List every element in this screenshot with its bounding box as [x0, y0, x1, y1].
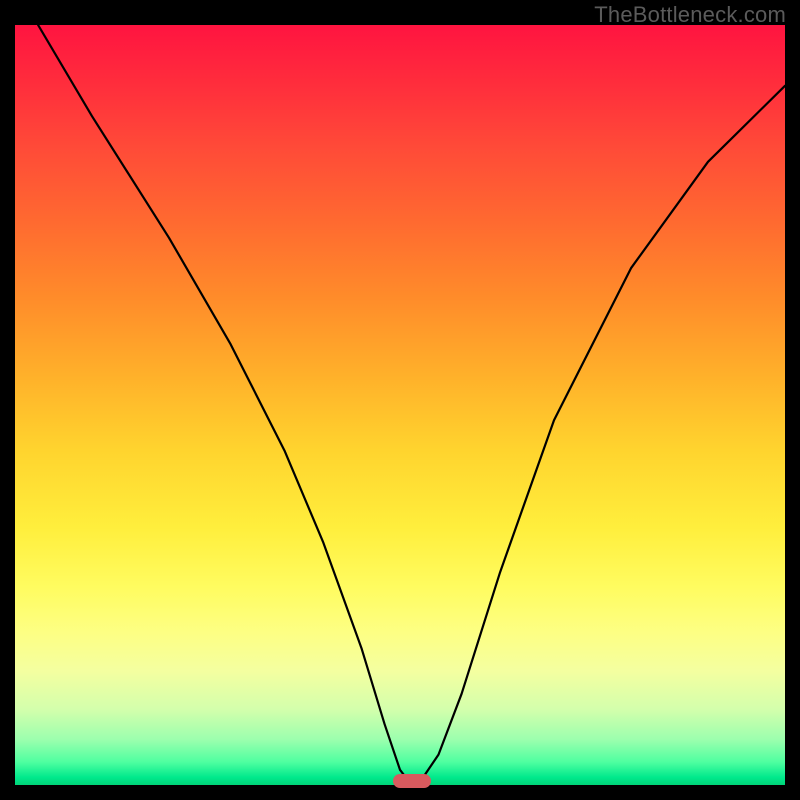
optimal-point-marker — [393, 774, 431, 788]
watermark-label: TheBottleneck.com — [594, 2, 786, 28]
plot-area — [15, 25, 785, 785]
bottleneck-curve — [15, 25, 785, 785]
chart-container: TheBottleneck.com — [0, 0, 800, 800]
